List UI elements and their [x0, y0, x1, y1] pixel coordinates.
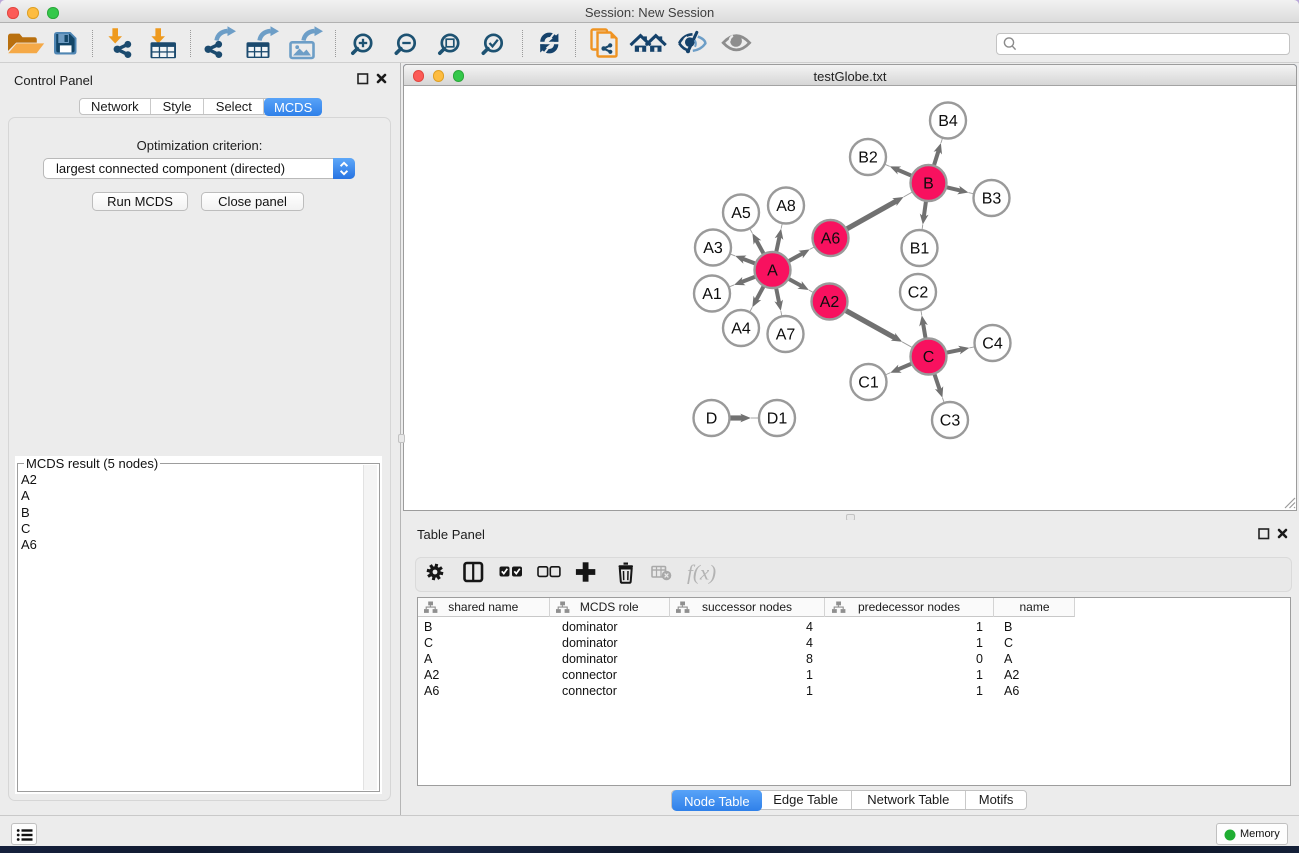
- svg-text:B2: B2: [858, 150, 878, 167]
- svg-text:A2: A2: [820, 294, 840, 311]
- svg-text:C4: C4: [982, 336, 1003, 353]
- svg-text:A: A: [767, 263, 778, 280]
- svg-text:C2: C2: [908, 285, 929, 302]
- svg-text:C1: C1: [858, 375, 879, 392]
- svg-text:B3: B3: [982, 191, 1002, 208]
- svg-text:D1: D1: [767, 411, 788, 428]
- svg-text:A6: A6: [821, 231, 841, 248]
- svg-text:B1: B1: [910, 241, 930, 258]
- svg-text:A4: A4: [731, 321, 751, 338]
- svg-text:A8: A8: [776, 198, 796, 215]
- svg-text:f(x): f(x): [687, 561, 716, 585]
- svg-text:A5: A5: [731, 205, 751, 222]
- svg-text:B: B: [923, 176, 934, 193]
- svg-text:A3: A3: [703, 240, 723, 257]
- svg-text:C3: C3: [940, 413, 961, 430]
- svg-text:B4: B4: [938, 113, 958, 130]
- svg-text:A1: A1: [702, 286, 722, 303]
- svg-text:C: C: [923, 349, 935, 366]
- svg-text:D: D: [706, 411, 718, 428]
- svg-text:A7: A7: [776, 327, 796, 344]
